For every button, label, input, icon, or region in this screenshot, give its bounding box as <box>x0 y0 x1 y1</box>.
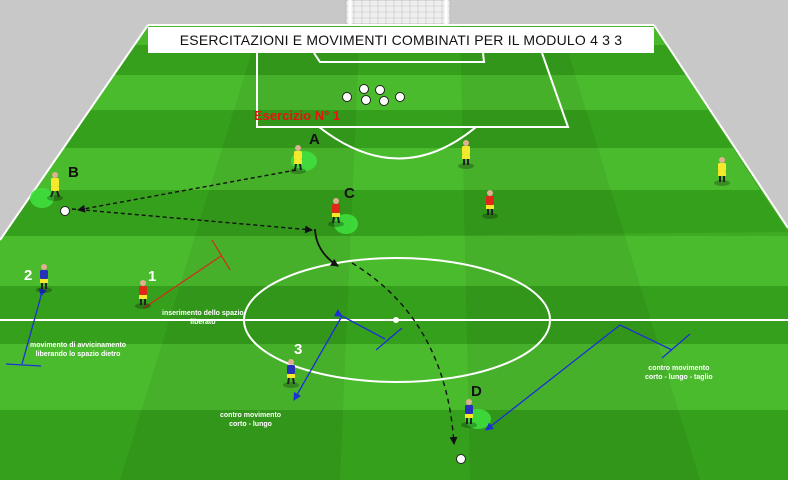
diagram-title: ESERCITAZIONI E MOVIMENTI COMBINATI PER … <box>179 32 623 48</box>
note-avvicinamento-line2: liberando lo spazio dietro <box>35 351 121 358</box>
soccer-ball-icon <box>361 95 371 105</box>
player-label-3: 3 <box>294 341 303 358</box>
pitch <box>0 24 788 480</box>
note-avvicinamento: movimento di avvicinamento liberando lo … <box>30 341 126 359</box>
note-inserimento-line1: inserimento dello spazio <box>162 310 244 317</box>
soccer-ball-icon <box>395 92 405 102</box>
note-contro-lungo-line2: corto - lungo <box>229 421 272 428</box>
soccer-ball-icon <box>379 96 389 106</box>
soccer-ball-icon <box>60 206 70 216</box>
note-contro-taglio: contro movimento corto - lungo - taglio <box>645 364 713 382</box>
soccer-ball-icon <box>359 84 369 94</box>
note-contro-taglio-line2: corto - lungo - taglio <box>645 374 713 381</box>
note-inserimento-line2: liberato <box>190 319 216 326</box>
note-avvicinamento-line1: movimento di avvicinamento <box>30 342 127 349</box>
soccer-ball-icon <box>456 454 466 464</box>
player-label-d: D <box>471 383 482 400</box>
exercise-label: Esercizio N° 1 <box>254 108 341 123</box>
note-inserimento: inserimento dello spazio liberato <box>162 309 244 327</box>
soccer-ball-icon <box>342 92 352 102</box>
title-plate: ESERCITAZIONI E MOVIMENTI COMBINATI PER … <box>148 27 654 53</box>
player-label-c: C <box>344 185 355 202</box>
player-label-a: A <box>309 131 320 148</box>
note-contro-lungo-line1: contro movimento <box>220 412 282 419</box>
soccer-ball-icon <box>375 85 385 95</box>
player-label-1: 1 <box>148 268 157 285</box>
note-contro-taglio-line1: contro movimento <box>648 365 710 372</box>
tactical-diagram <box>0 0 788 480</box>
note-contro-lungo: contro movimento corto - lungo <box>220 411 281 429</box>
player-label-b: B <box>68 164 79 181</box>
goal-net-icon <box>345 0 451 25</box>
player-label-2: 2 <box>24 267 33 284</box>
